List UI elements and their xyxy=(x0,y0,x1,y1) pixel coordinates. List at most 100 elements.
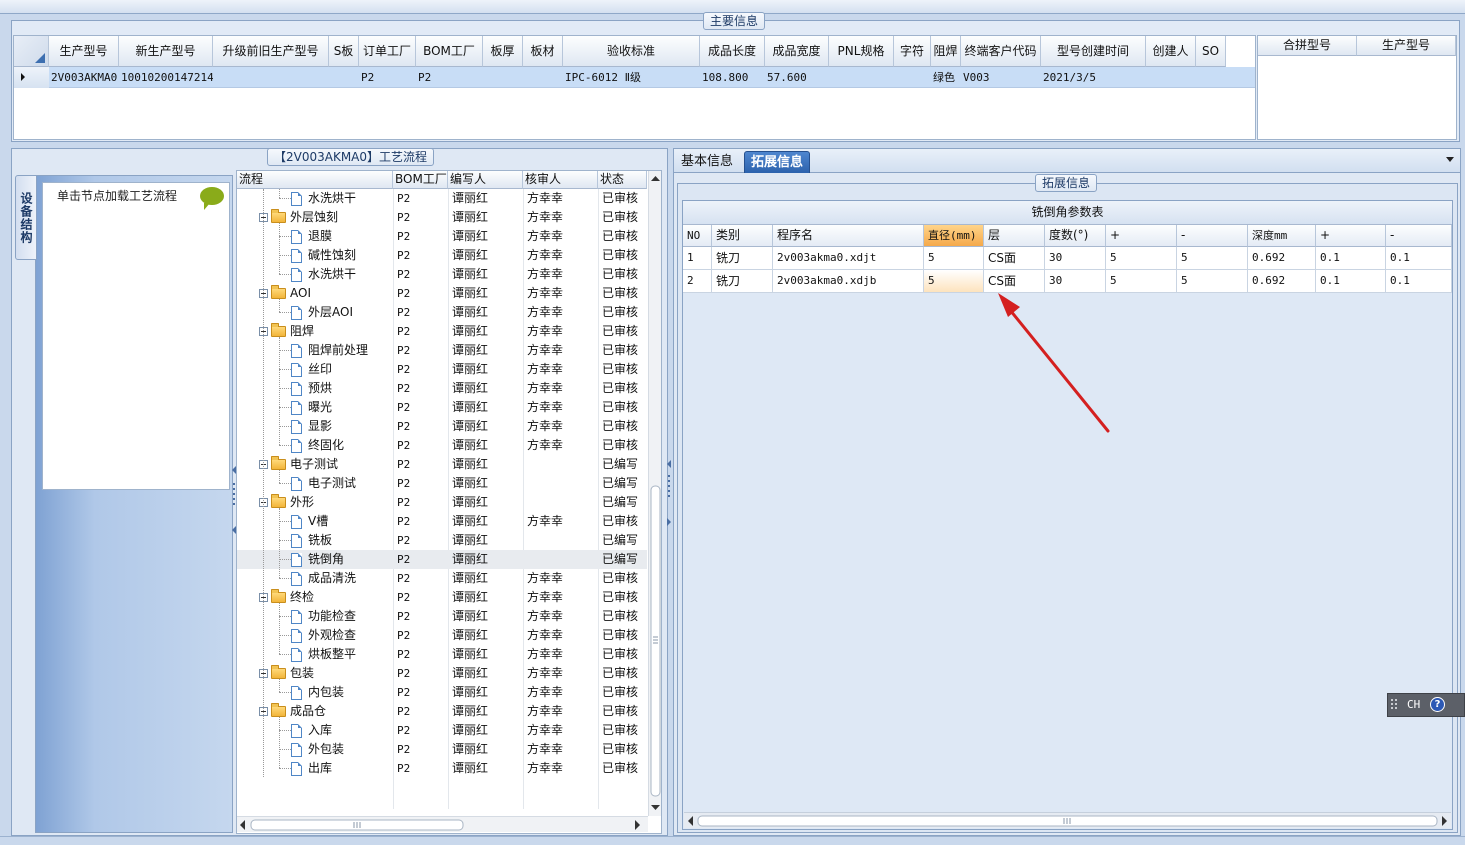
chamfer-cell[interactable]: 0.1 xyxy=(1386,270,1452,293)
chamfer-cell[interactable]: 铣刀 xyxy=(712,247,773,270)
tree-node[interactable]: 预烘 xyxy=(237,379,393,398)
tree-node[interactable]: 铣板 xyxy=(237,531,393,550)
tree-row[interactable]: 入库 P2 谭丽红 方幸幸 已审核 xyxy=(237,721,647,740)
tree-row[interactable]: 阻焊前处理 P2 谭丽红 方幸幸 已审核 xyxy=(237,341,647,360)
main-cell[interactable]: P2 xyxy=(416,67,483,88)
tree-node[interactable]: 内包装 xyxy=(237,683,393,702)
tree-row[interactable]: 外观检查 P2 谭丽红 方幸幸 已审核 xyxy=(237,626,647,645)
tree-row[interactable]: 铣倒角 P2 谭丽红 已编写 xyxy=(237,550,647,569)
chamfer-cell[interactable]: 2v003akma0.xdjt xyxy=(773,247,924,270)
main-cell[interactable] xyxy=(213,67,329,88)
tree-row[interactable]: 外包装 P2 谭丽红 方幸幸 已审核 xyxy=(237,740,647,759)
chamfer-cell[interactable]: 2v003akma0.xdjb xyxy=(773,270,924,293)
tree-node[interactable]: 外包装 xyxy=(237,740,393,759)
tree-row[interactable]: 功能检查 P2 谭丽红 方幸幸 已审核 xyxy=(237,607,647,626)
main-cell[interactable]: 108.800 xyxy=(700,67,765,88)
language-bar[interactable]: CH xyxy=(1387,693,1465,717)
tree-row[interactable]: 铣板 P2 谭丽红 已编写 xyxy=(237,531,647,550)
merge-col-header[interactable]: 合拼型号 xyxy=(1258,36,1357,56)
chamfer-cell[interactable]: 5 xyxy=(1177,247,1248,270)
main-cell[interactable]: 10010200147214 xyxy=(119,67,213,88)
chamfer-cell[interactable]: CS面 xyxy=(984,247,1045,270)
chamfer-cell[interactable]: 0.692 xyxy=(1248,247,1316,270)
main-col-header[interactable]: 板材 xyxy=(523,36,563,67)
tree-node[interactable]: 铣倒角 xyxy=(237,550,393,569)
main-col-header[interactable]: 板厚 xyxy=(483,36,523,67)
device-structure-tree[interactable]: 单击节点加载工艺流程 xyxy=(42,182,230,490)
chamfer-col-header[interactable]: + xyxy=(1316,225,1386,247)
tree-node[interactable]: 烘板整平 xyxy=(237,645,393,664)
main-col-header[interactable]: S板 xyxy=(329,36,359,67)
main-col-header[interactable]: 型号创建时间 xyxy=(1041,36,1146,67)
tree-col-header-status[interactable]: 状态 xyxy=(598,171,647,189)
chamfer-cell[interactable]: 5 xyxy=(1177,270,1248,293)
tree-node[interactable]: 电子测试 xyxy=(237,474,393,493)
chamfer-col-header[interactable]: 层 xyxy=(984,225,1045,247)
tree-node[interactable]: 曝光 xyxy=(237,398,393,417)
tree-node[interactable]: 外形 xyxy=(237,493,393,512)
tree-row[interactable]: 出库 P2 谭丽红 方幸幸 已审核 xyxy=(237,759,647,778)
tree-node[interactable]: 外层蚀刻 xyxy=(237,208,393,227)
tree-col-header-bom[interactable]: BOM工厂 xyxy=(393,171,448,189)
process-tree-grid[interactable]: 流程 BOM工厂 编写人 核审人 状态 水洗烘干 P2 谭丽红 方幸幸 已审核 外层蚀刻 P… xyxy=(236,170,662,834)
tree-row[interactable]: 水洗烘干 P2 谭丽红 方幸幸 已审核 xyxy=(237,265,647,284)
middle-splitter[interactable] xyxy=(666,430,672,540)
tree-row[interactable]: 退膜 P2 谭丽红 方幸幸 已审核 xyxy=(237,227,647,246)
tree-row[interactable]: 电子测试 P2 谭丽红 已编写 xyxy=(237,455,647,474)
tree-node[interactable]: AOI xyxy=(237,284,393,303)
chamfer-col-header[interactable]: 类别 xyxy=(712,225,773,247)
chamfer-col-header[interactable]: + xyxy=(1106,225,1177,247)
help-icon[interactable]: ? xyxy=(1430,697,1445,712)
tree-node[interactable]: 外观检查 xyxy=(237,626,393,645)
tree-node[interactable]: 水洗烘干 xyxy=(237,265,393,284)
tree-row[interactable]: 外层AOI P2 谭丽红 方幸幸 已审核 xyxy=(237,303,647,322)
main-col-header[interactable]: SO xyxy=(1196,36,1226,67)
main-cell[interactable]: IPC-6012 Ⅱ级 xyxy=(563,67,700,88)
merge-model-grid[interactable]: 合拼型号 生产型号 xyxy=(1257,35,1457,140)
tree-node[interactable]: V槽 xyxy=(237,512,393,531)
tab-dropdown-icon[interactable] xyxy=(1446,157,1454,162)
main-cell[interactable]: 57.600 xyxy=(765,67,829,88)
main-col-header[interactable]: 生产型号 xyxy=(49,36,119,67)
main-cell[interactable] xyxy=(1146,67,1196,88)
chamfer-cell[interactable]: 5 xyxy=(924,247,984,270)
main-info-grid[interactable]: 生产型号 新生产型号 升级前旧生产型号 S板 订单工厂 BOM工厂 板厚 板材 验收标准 成品长度… xyxy=(13,35,1256,140)
tree-row[interactable]: 终固化 P2 谭丽红 方幸幸 已审核 xyxy=(237,436,647,455)
tree-row[interactable]: 成品清洗 P2 谭丽红 方幸幸 已审核 xyxy=(237,569,647,588)
tree-vertical-scrollbar[interactable] xyxy=(648,171,661,816)
tree-row[interactable]: 内包装 P2 谭丽红 方幸幸 已审核 xyxy=(237,683,647,702)
chamfer-col-header[interactable]: NO xyxy=(683,225,712,247)
main-col-header[interactable]: 验收标准 xyxy=(563,36,700,67)
main-cell[interactable] xyxy=(483,67,523,88)
tree-node[interactable]: 阻焊前处理 xyxy=(237,341,393,360)
tree-node[interactable]: 成品仓 xyxy=(237,702,393,721)
tree-row[interactable]: 终检 P2 谭丽红 方幸幸 已审核 xyxy=(237,588,647,607)
main-col-header[interactable]: 阻焊 xyxy=(931,36,961,67)
main-col-header[interactable]: 成品长度 xyxy=(700,36,765,67)
device-structure-tab[interactable]: 设备结构 xyxy=(15,175,37,260)
tree-node[interactable]: 阻焊 xyxy=(237,322,393,341)
main-col-header[interactable]: 新生产型号 xyxy=(119,36,213,67)
select-all-corner[interactable] xyxy=(14,36,49,67)
tree-row[interactable]: 丝印 P2 谭丽红 方幸幸 已审核 xyxy=(237,360,647,379)
main-cell[interactable] xyxy=(829,67,894,88)
tree-row[interactable]: 成品仓 P2 谭丽红 方幸幸 已审核 xyxy=(237,702,647,721)
tree-node[interactable]: 终固化 xyxy=(237,436,393,455)
chamfer-col-header[interactable]: 程序名 xyxy=(773,225,924,247)
tree-node[interactable]: 水洗烘干 xyxy=(237,189,393,208)
tree-row[interactable]: 预烘 P2 谭丽红 方幸幸 已审核 xyxy=(237,379,647,398)
main-cell[interactable]: 2021/3/5 xyxy=(1041,67,1146,88)
tree-horizontal-scrollbar[interactable] xyxy=(237,816,648,832)
tree-node[interactable]: 碱性蚀刻 xyxy=(237,246,393,265)
tree-node[interactable]: 电子测试 xyxy=(237,455,393,474)
tree-row[interactable]: 包装 P2 谭丽红 方幸幸 已审核 xyxy=(237,664,647,683)
main-col-header[interactable]: BOM工厂 xyxy=(416,36,483,67)
chamfer-cell[interactable]: 0.692 xyxy=(1248,270,1316,293)
tree-col-header-writer[interactable]: 编写人 xyxy=(448,171,523,189)
tree-row[interactable]: AOI P2 谭丽红 方幸幸 已审核 xyxy=(237,284,647,303)
merge-col-header[interactable]: 生产型号 xyxy=(1357,36,1456,56)
chamfer-cell[interactable]: 2 xyxy=(683,270,712,293)
tab-extended-info[interactable]: 拓展信息 xyxy=(744,151,811,173)
main-col-header[interactable]: 升级前旧生产型号 xyxy=(213,36,329,67)
main-col-header[interactable]: 终端客户代码 xyxy=(961,36,1041,67)
